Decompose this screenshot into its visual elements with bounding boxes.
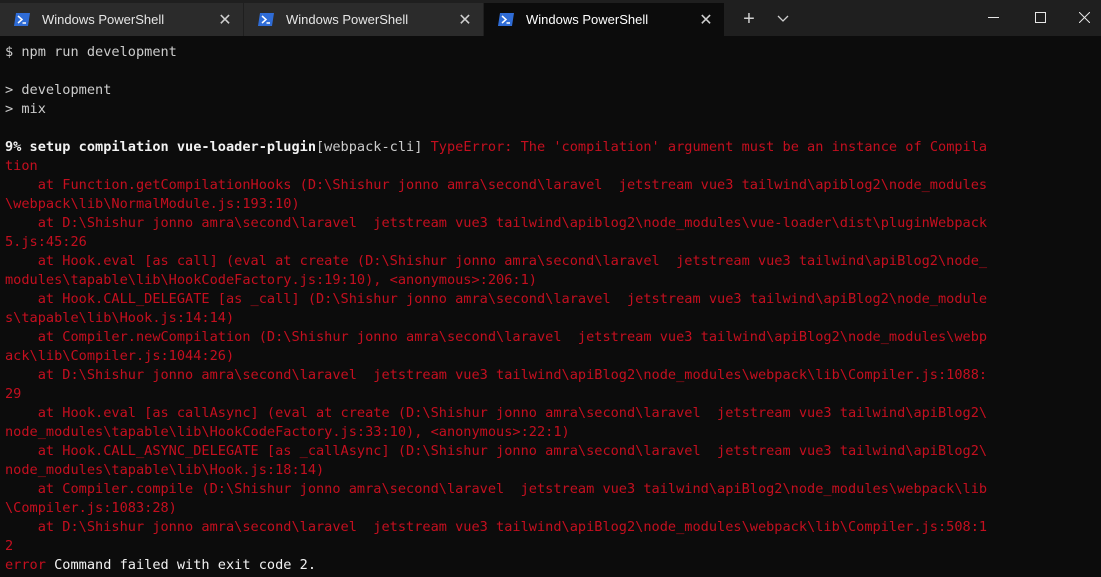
error-line: at D:\Shishur jonno amra\second\laravel … bbox=[5, 215, 988, 231]
terminal-output[interactable]: $ npm run development > development > mi… bbox=[0, 36, 1101, 577]
error-label: error bbox=[5, 557, 46, 573]
close-icon[interactable] bbox=[1061, 0, 1101, 34]
error-line: at Hook.eval [as call] (eval at create (… bbox=[5, 253, 988, 269]
close-icon[interactable]: ✕ bbox=[215, 10, 235, 30]
error-line: \webpack\lib\NormalModule.js:193:10) bbox=[5, 196, 300, 212]
error-line: at Function.getCompilationHooks (D:\Shis… bbox=[5, 177, 988, 193]
prompt-line: $ npm run development bbox=[5, 44, 177, 60]
error-line: TypeError: The 'compilation' argument mu… bbox=[422, 139, 988, 155]
error-line: 29 bbox=[5, 386, 22, 402]
error-line: \Compiler.js:1083:28) bbox=[5, 500, 177, 516]
error-line: ack\lib\Compiler.js:1044:26) bbox=[5, 348, 235, 364]
powershell-icon bbox=[258, 13, 274, 26]
error-line: 5.js:45:26 bbox=[5, 234, 87, 250]
script-line: > development bbox=[5, 82, 112, 98]
error-line: node_modules\tapable\lib\HookCodeFactory… bbox=[5, 424, 570, 440]
error-line: s\tapable\lib\Hook.js:14:14) bbox=[5, 310, 235, 326]
progress-line: 9% setup compilation vue-loader-plugin[w… bbox=[5, 138, 987, 157]
error-line: at Compiler.newCompilation (D:\Shishur j… bbox=[5, 329, 988, 345]
tab-powershell-2[interactable]: Windows PowerShell ✕ bbox=[244, 3, 483, 36]
title-bar: Windows PowerShell ✕ Windows PowerShell … bbox=[0, 0, 1101, 36]
tab-label: Windows PowerShell bbox=[286, 12, 409, 27]
webpack-cli-tag: [webpack-cli] bbox=[316, 139, 423, 155]
error-line: modules\tapable\lib\HookCodeFactory.js:1… bbox=[5, 272, 537, 288]
error-line: at Hook.CALL_DELEGATE [as _call] (D:\Shi… bbox=[5, 291, 988, 307]
error-line: at Hook.eval [as callAsync] (eval at cre… bbox=[5, 405, 988, 421]
close-icon[interactable]: ✕ bbox=[455, 10, 475, 30]
error-line: tion bbox=[5, 158, 38, 174]
error-message: Command failed with exit code 2. bbox=[45, 557, 316, 573]
close-icon[interactable]: ✕ bbox=[696, 10, 716, 30]
minimize-icon[interactable] bbox=[970, 0, 1016, 34]
tab-label: Windows PowerShell bbox=[42, 12, 165, 27]
error-line: at D:\Shishur jonno amra\second\laravel … bbox=[5, 519, 988, 535]
tab-powershell-3[interactable]: Windows PowerShell ✕ bbox=[484, 3, 724, 36]
tab-label: Windows PowerShell bbox=[526, 12, 649, 27]
maximize-icon[interactable] bbox=[1017, 0, 1063, 34]
progress-text: 9% setup compilation vue-loader-plugin bbox=[5, 139, 316, 155]
powershell-icon bbox=[14, 13, 30, 26]
tab-powershell-1[interactable]: Windows PowerShell ✕ bbox=[0, 3, 243, 36]
final-error-line: error Command failed with exit code 2. bbox=[5, 556, 316, 575]
script-line: > mix bbox=[5, 101, 46, 117]
error-line: at D:\Shishur jonno amra\second\laravel … bbox=[5, 367, 988, 383]
powershell-icon bbox=[498, 13, 514, 26]
error-line: 2 bbox=[5, 538, 14, 554]
error-line: at Compiler.compile (D:\Shishur jonno am… bbox=[5, 481, 988, 497]
error-line: node_modules\tapable\lib\Hook.js:18:14) bbox=[5, 462, 325, 478]
error-line: at Hook.CALL_ASYNC_DELEGATE [as _callAsy… bbox=[5, 443, 988, 459]
plus-icon[interactable]: + bbox=[737, 8, 761, 30]
chevron-down-icon[interactable] bbox=[772, 8, 794, 30]
